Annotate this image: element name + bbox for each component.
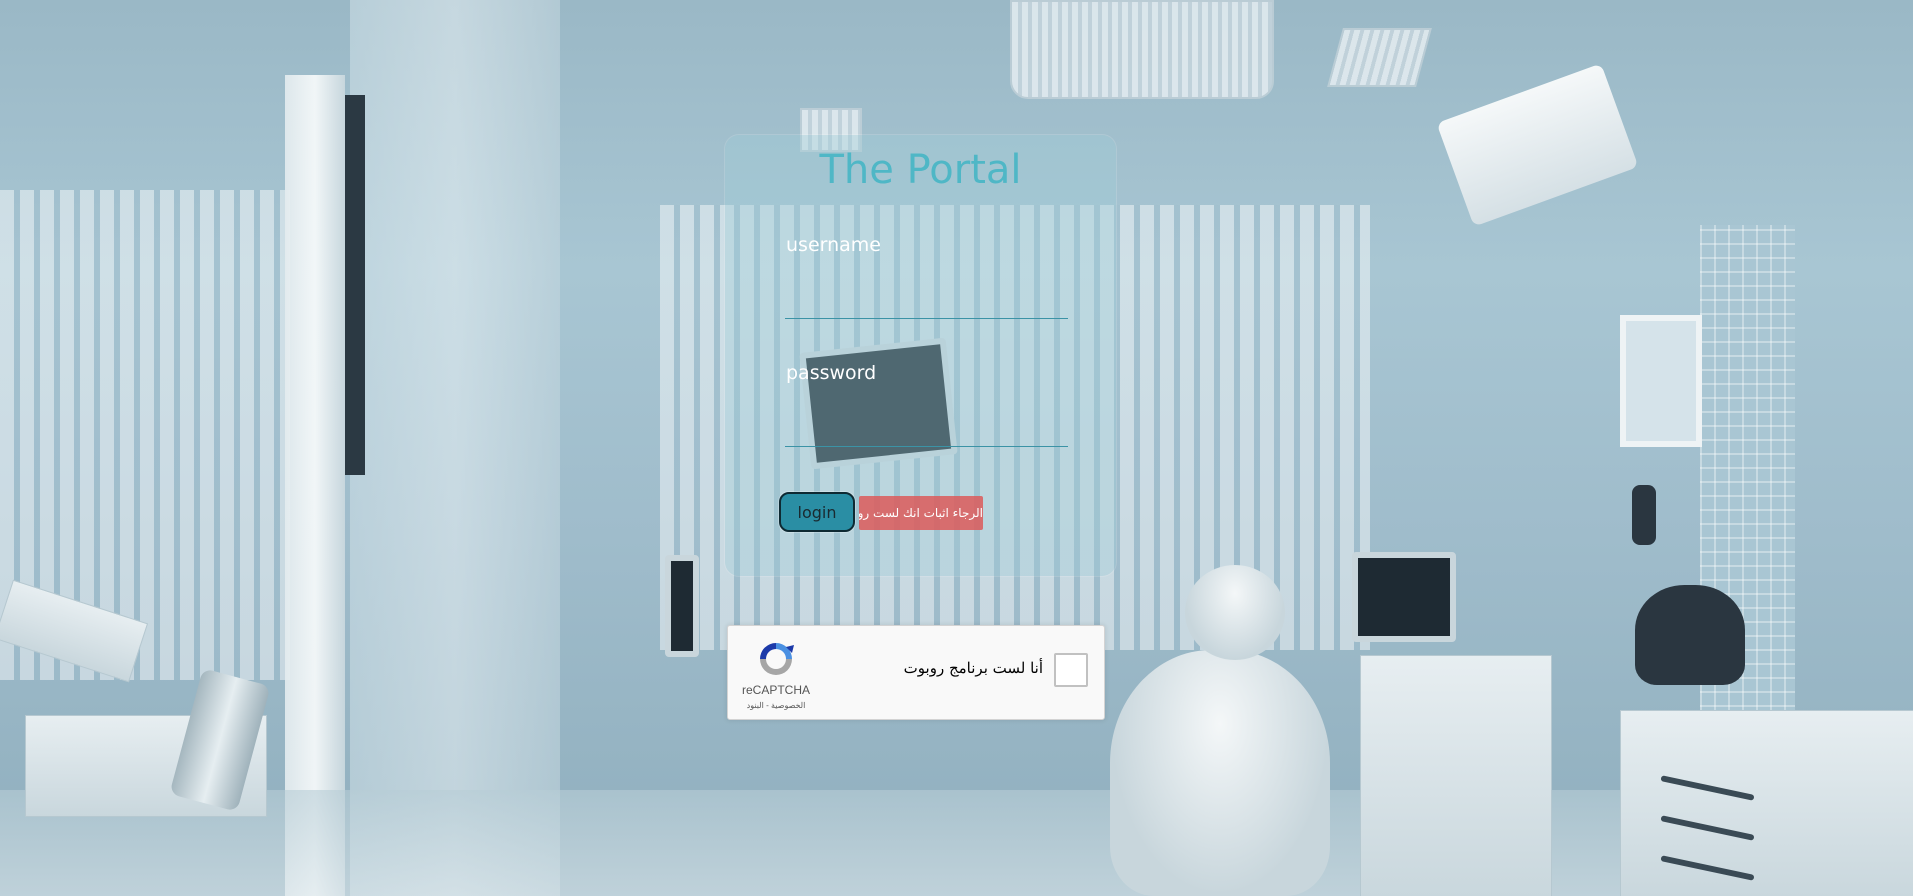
error-message: الرجاء اثبات انك لست روبوت	[859, 496, 983, 530]
ceiling-lamp	[1010, 0, 1274, 99]
recaptcha-checkbox-label: أنا لست برنامج روبوت	[903, 659, 1043, 677]
equipment-pole	[345, 95, 365, 475]
username-label: username	[786, 234, 881, 256]
recaptcha-logo-icon	[760, 643, 794, 675]
equipment-arm	[285, 75, 345, 896]
monitor	[665, 555, 699, 657]
cabinet	[1620, 710, 1913, 896]
wall-phone	[1632, 485, 1656, 545]
air-conditioner	[1436, 63, 1639, 227]
recaptcha-privacy-terms-links[interactable]: الخصوصية - البنود	[728, 701, 824, 710]
login-button[interactable]: login	[779, 492, 855, 532]
recaptcha-widget: أنا لست برنامج روبوت reCAPTCHA الخصوصية …	[727, 625, 1105, 720]
monitor	[1352, 552, 1456, 642]
login-card: The Portal username password login الرجا…	[725, 135, 1116, 576]
password-label: password	[786, 362, 877, 384]
password-input[interactable]	[785, 410, 1068, 447]
cabinet	[1360, 655, 1552, 896]
stool	[1635, 585, 1745, 685]
page-title: The Portal	[819, 147, 1022, 193]
ceiling-lamp	[1327, 28, 1432, 87]
username-input[interactable]	[785, 282, 1068, 319]
recaptcha-brand: reCAPTCHA	[741, 683, 810, 697]
dental-chair-headrest	[1185, 565, 1285, 660]
pillar	[350, 0, 560, 896]
recaptcha-checkbox[interactable]	[1054, 653, 1088, 687]
dental-chair	[1110, 650, 1330, 896]
xray-viewer	[1620, 315, 1702, 447]
